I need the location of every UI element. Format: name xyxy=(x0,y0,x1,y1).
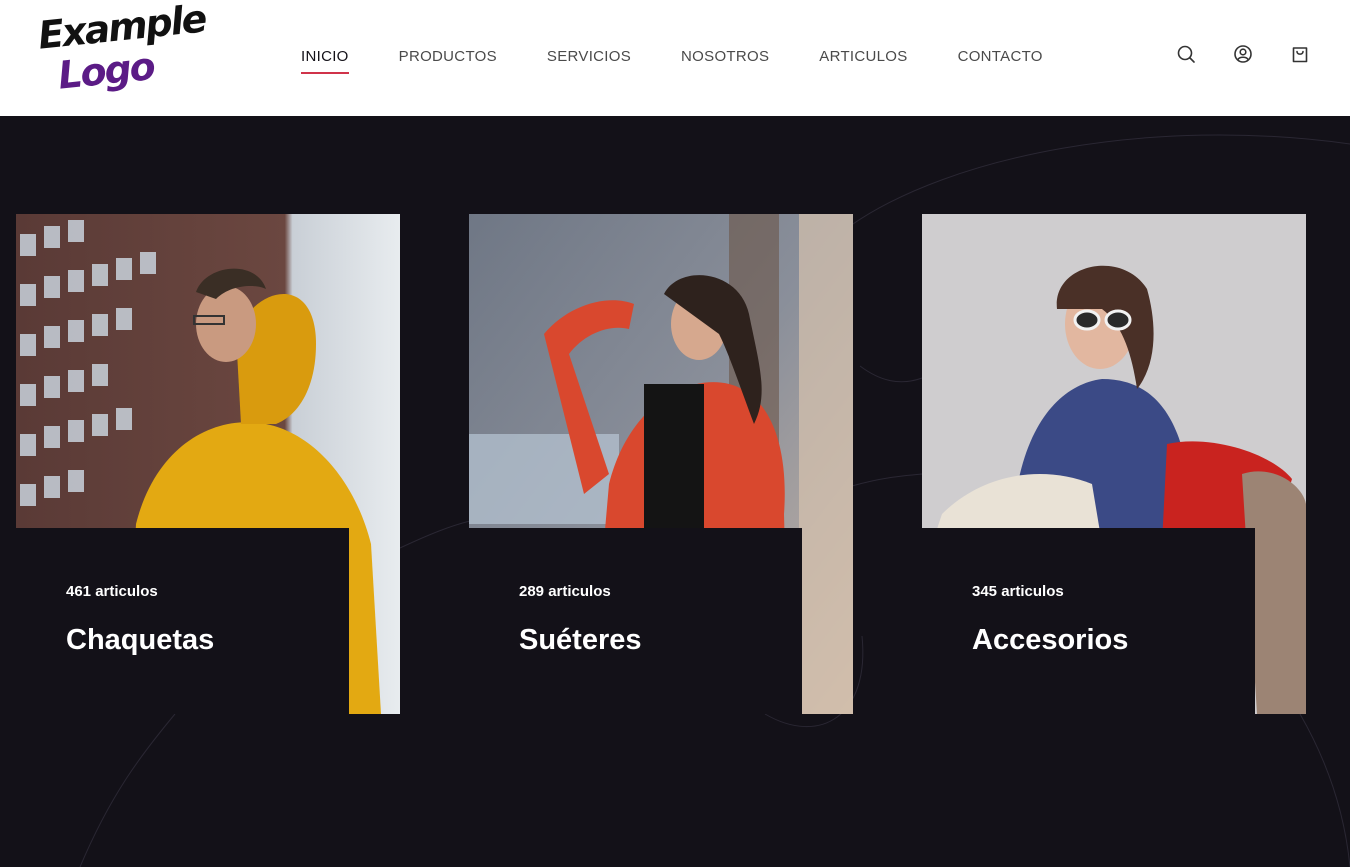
category-card-panel: 345 articulos Accesorios xyxy=(922,528,1255,714)
logo-line-2: Logo xyxy=(56,44,156,98)
nav-item-servicios[interactable]: SERVICIOS xyxy=(547,48,631,76)
category-hero: 461 articulos Chaquetas 289 articulos Su… xyxy=(0,116,1350,867)
category-title[interactable]: Accesorios xyxy=(972,624,1128,657)
nav-item-articulos[interactable]: ARTICULOS xyxy=(819,48,907,76)
category-card-chaquetas[interactable]: 461 articulos Chaquetas xyxy=(16,214,400,714)
search-icon[interactable] xyxy=(1176,44,1196,64)
user-icon[interactable] xyxy=(1233,44,1253,64)
header-actions xyxy=(1176,44,1310,64)
main-nav: INICIO PRODUCTOS SERVICIOS NOSOTROS ARTI… xyxy=(301,48,1043,76)
category-card-panel: 289 articulos Suéteres xyxy=(469,528,802,714)
nav-item-contacto[interactable]: CONTACTO xyxy=(958,48,1043,76)
site-logo[interactable]: Example Logo xyxy=(34,0,207,106)
site-header: Example Logo INICIO PRODUCTOS SERVICIOS … xyxy=(0,0,1350,116)
category-count: 289 articulos xyxy=(519,583,611,600)
category-title[interactable]: Suéteres xyxy=(519,624,642,657)
category-count: 345 articulos xyxy=(972,583,1064,600)
nav-item-nosotros[interactable]: NOSOTROS xyxy=(681,48,769,76)
category-card-accesorios[interactable]: 345 articulos Accesorios xyxy=(922,214,1306,714)
cart-icon[interactable] xyxy=(1290,44,1310,64)
nav-item-productos[interactable]: PRODUCTOS xyxy=(399,48,497,76)
category-card-panel: 461 articulos Chaquetas xyxy=(16,528,349,714)
category-card-sueteres[interactable]: 289 articulos Suéteres xyxy=(469,214,853,714)
category-count: 461 articulos xyxy=(66,583,158,600)
nav-item-inicio[interactable]: INICIO xyxy=(301,48,349,76)
category-title[interactable]: Chaquetas xyxy=(66,624,214,657)
